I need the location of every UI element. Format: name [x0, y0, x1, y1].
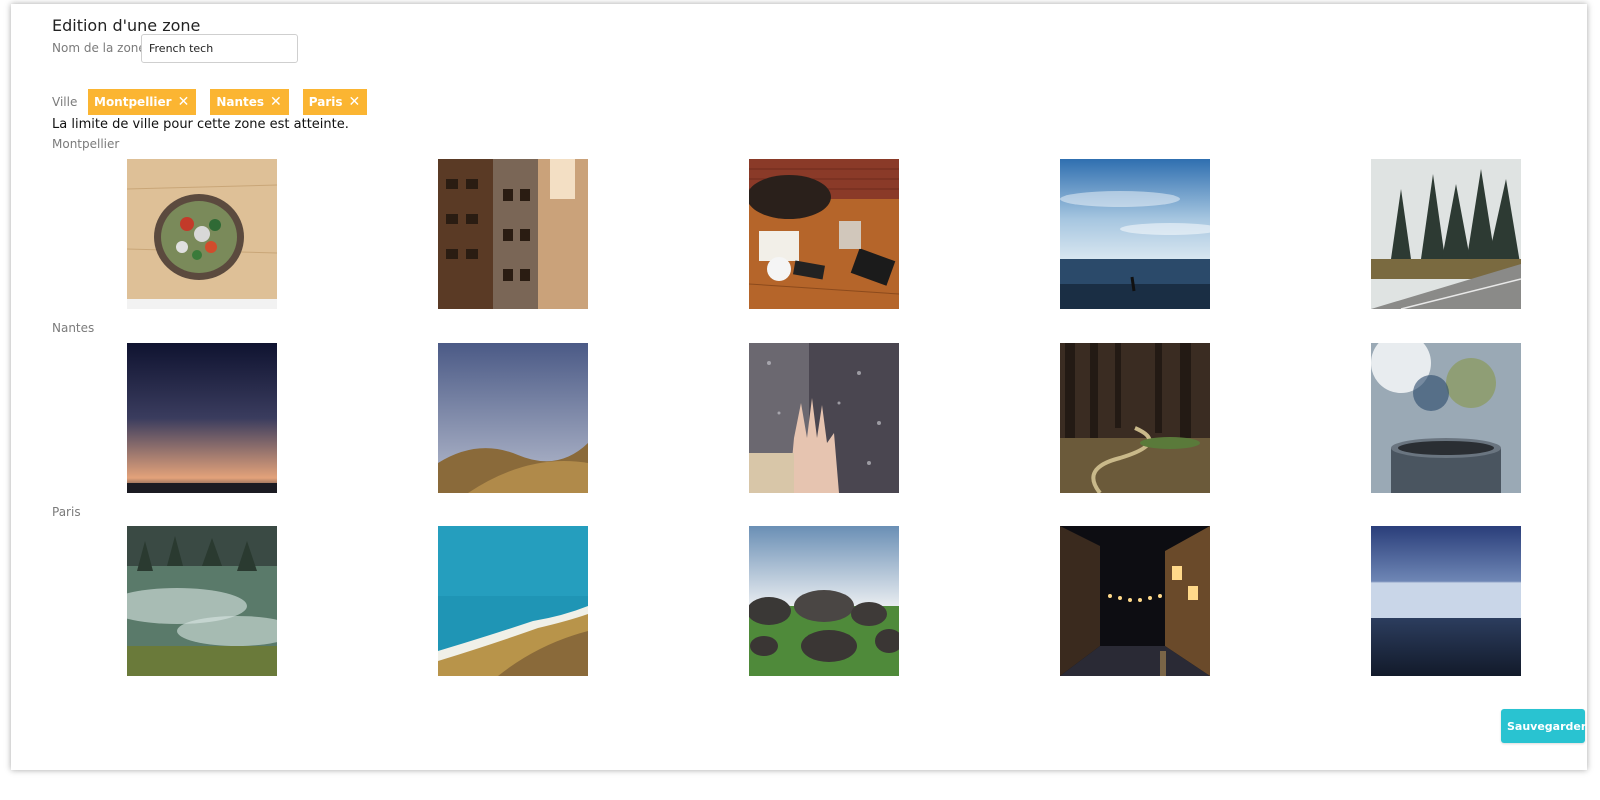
city-label: Ville	[52, 95, 78, 109]
photo-night-street[interactable]	[1060, 526, 1210, 676]
photo-misty-forest[interactable]	[127, 526, 277, 676]
city-tag-nantes[interactable]: Nantes ✕	[210, 89, 289, 115]
photo-rainy-window-hand[interactable]	[749, 343, 899, 493]
photo-table-meeting[interactable]	[749, 159, 899, 309]
close-icon[interactable]: ✕	[270, 95, 282, 109]
city-tag-label: Paris	[308, 95, 343, 109]
city-section-title: Paris	[52, 505, 81, 519]
city-tag-montpellier[interactable]: Montpellier ✕	[88, 89, 197, 115]
zone-edit-panel: Edition d'une zone Nom de la zone Ville …	[11, 4, 1587, 770]
city-limit-message: La limite de ville pour cette zone est a…	[52, 117, 349, 132]
zone-name-input[interactable]	[141, 34, 298, 63]
zone-name-label: Nom de la zone	[52, 41, 146, 55]
city-tag-paris[interactable]: Paris ✕	[302, 89, 368, 115]
city-section-title: Nantes	[52, 321, 95, 335]
photo-forest-road[interactable]	[1371, 159, 1521, 309]
photo-dry-hills[interactable]	[438, 343, 588, 493]
save-button[interactable]: Sauvegarder	[1501, 709, 1586, 743]
city-tag-label: Nantes	[216, 95, 265, 109]
city-tags: Montpellier ✕ Nantes ✕ Paris ✕	[88, 89, 368, 115]
close-icon[interactable]: ✕	[349, 95, 361, 109]
photo-dusk-sky[interactable]	[127, 343, 277, 493]
photo-salad-bowl[interactable]	[127, 159, 277, 309]
photo-city-buildings[interactable]	[438, 159, 588, 309]
photo-boulders-field[interactable]	[749, 526, 899, 676]
photo-steaming-cup[interactable]	[1371, 343, 1521, 493]
city-section-title: Montpellier	[52, 137, 120, 151]
city-tag-label: Montpellier	[94, 95, 172, 109]
photo-calm-sea[interactable]	[1371, 526, 1521, 676]
photo-ocean-sky[interactable]	[1060, 159, 1210, 309]
page-title: Edition d'une zone	[52, 16, 201, 35]
photo-aerial-coast[interactable]	[438, 526, 588, 676]
close-icon[interactable]: ✕	[178, 95, 190, 109]
photo-forest-path[interactable]	[1060, 343, 1210, 493]
